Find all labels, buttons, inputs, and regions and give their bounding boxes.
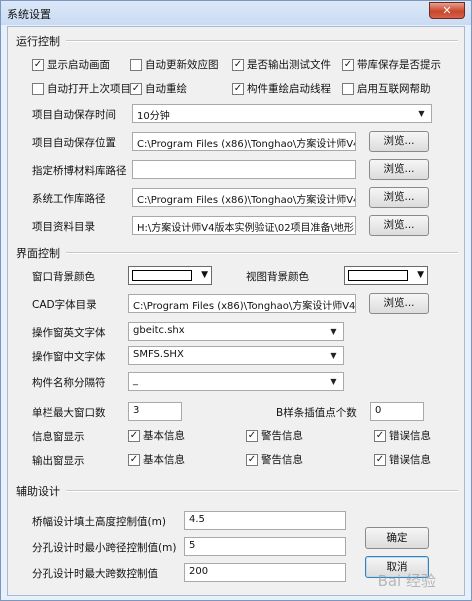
run-control-title: 运行控制 [16, 35, 60, 48]
checkbox-show-splash[interactable]: ✓ 显示启动画面 [32, 57, 110, 72]
checkbox-box[interactable]: ✓ [130, 82, 142, 95]
autosave-location-label: 项目自动保存位置 [32, 137, 116, 149]
system-lib-path-input[interactable]: C:\Program Files (x86)\Tonghao\方案设计师V4.0… [132, 188, 356, 207]
system-lib-path-label: 系统工作库路径 [32, 193, 106, 205]
autosave-time-select[interactable]: 10分钟 ▼ [132, 104, 432, 123]
checkbox-open-last-project[interactable]: 自动打开上次项目 [32, 81, 131, 96]
max-windows-label: 单栏最大窗口数 [32, 407, 106, 419]
checkbox-box[interactable]: ✓ [246, 453, 258, 466]
en-font-label: 操作窗英文字体 [32, 327, 106, 339]
view-bg-color-picker[interactable]: ▼ [344, 266, 428, 285]
min-span-input[interactable]: 5 [184, 537, 346, 556]
separator-select[interactable]: _ ▼ [128, 372, 344, 391]
ui-control-divider [66, 252, 458, 254]
checkbox-box[interactable]: ✓ [374, 429, 386, 442]
checkbox-box[interactable] [32, 82, 44, 95]
checkbox-internet-help[interactable]: 启用互联网帮助 [342, 81, 431, 96]
close-button[interactable]: ✕ [429, 2, 465, 19]
checkbox-box[interactable]: ✓ [32, 58, 44, 71]
browse-project-data-button[interactable]: 浏览... [369, 215, 429, 236]
checkbox-redraw-thread[interactable]: ✓ 构件重绘启动线程 [232, 81, 331, 96]
color-swatch [132, 270, 192, 281]
aux-design-divider [66, 490, 458, 492]
browse-system-lib-button[interactable]: 浏览... [369, 187, 429, 208]
autosave-time-label: 项目自动保存时间 [32, 109, 116, 121]
window-bg-color-label: 窗口背景颜色 [32, 271, 95, 283]
checkbox-box[interactable]: ✓ [232, 82, 244, 95]
dropdown-arrow-icon[interactable]: ▼ [417, 270, 424, 281]
checkbox-box[interactable] [130, 58, 142, 71]
checkbox-box[interactable]: ✓ [342, 58, 354, 71]
checkbox-box[interactable]: ✓ [128, 429, 140, 442]
checkbox-save-prompt[interactable]: ✓ 带库保存是否提示 [342, 57, 441, 72]
en-font-select[interactable]: gbeitc.shx ▼ [128, 322, 344, 341]
dropdown-arrow-icon[interactable]: ▼ [201, 270, 208, 281]
output-error-checkbox[interactable]: ✓ 错误信息 [374, 452, 431, 467]
dropdown-arrow-icon[interactable]: ▼ [414, 106, 429, 121]
dropdown-arrow-icon[interactable]: ▼ [326, 348, 341, 363]
checkbox-box[interactable] [342, 82, 354, 95]
max-windows-input[interactable]: 3 [128, 402, 182, 421]
ui-control-title: 界面控制 [16, 247, 60, 260]
autosave-location-input[interactable]: C:\Program Files (x86)\Tonghao\方案设计师V4.0… [132, 132, 356, 151]
baidu-watermark: Bai 经验 [377, 572, 436, 590]
window-title: 系统设置 [7, 8, 51, 21]
settings-window: 系统设置 ✕ 运行控制 ✓ 显示启动画面 自动更新效应图 ✓ 是否输出测试文件 … [0, 0, 472, 601]
cad-font-dir-label: CAD字体目录 [32, 299, 97, 311]
browse-cad-font-button[interactable]: 浏览... [369, 293, 429, 314]
bridge-lib-path-label: 指定桥博材料库路径 [32, 165, 127, 177]
min-span-label: 分孔设计时最小跨径控制值(m) [32, 542, 177, 554]
project-data-dir-label: 项目资料目录 [32, 221, 95, 233]
output-window-label: 输出窗显示 [32, 455, 85, 467]
cn-font-select[interactable]: SMFS.SHX ▼ [128, 346, 344, 365]
browse-bridge-lib-button[interactable]: 浏览... [369, 159, 429, 180]
info-error-checkbox[interactable]: ✓ 错误信息 [374, 428, 431, 443]
fill-height-label: 桥幅设计填土高度控制值(m) [32, 516, 166, 528]
bspline-points-label: B样条插值点个数 [276, 407, 357, 419]
fill-height-input[interactable]: 4.5 [184, 511, 346, 530]
ok-button[interactable]: 确定 [365, 527, 429, 549]
max-spans-input[interactable]: 200 [184, 563, 346, 582]
checkbox-output-test-file[interactable]: ✓ 是否输出测试文件 [232, 57, 331, 72]
info-basic-checkbox[interactable]: ✓ 基本信息 [128, 428, 185, 443]
checkbox-auto-redraw[interactable]: ✓ 自动重绘 [130, 81, 187, 96]
checkbox-box[interactable]: ✓ [232, 58, 244, 71]
title-bar[interactable]: 系统设置 ✕ [1, 1, 471, 25]
max-spans-label: 分孔设计时最大跨数控制值 [32, 568, 158, 580]
bridge-lib-path-input[interactable] [132, 160, 356, 179]
cad-font-dir-input[interactable]: C:\Program Files (x86)\Tonghao\方案设计师V4.0… [128, 294, 356, 313]
dropdown-arrow-icon[interactable]: ▼ [326, 374, 341, 389]
checkbox-box[interactable]: ✓ [246, 429, 258, 442]
view-bg-color-label: 视图背景颜色 [246, 271, 309, 283]
output-basic-checkbox[interactable]: ✓ 基本信息 [128, 452, 185, 467]
browse-autosave-button[interactable]: 浏览... [369, 131, 429, 152]
checkbox-box[interactable]: ✓ [128, 453, 140, 466]
output-warning-checkbox[interactable]: ✓ 警告信息 [246, 452, 303, 467]
dialog-body: 运行控制 ✓ 显示启动画面 自动更新效应图 ✓ 是否输出测试文件 ✓ 带库保存是… [7, 26, 465, 596]
color-swatch [348, 270, 408, 281]
checkbox-box[interactable]: ✓ [374, 453, 386, 466]
project-data-dir-input[interactable]: H:\方案设计师V4版本实例验证\02项目准备\地形 [132, 216, 356, 235]
cn-font-label: 操作窗中文字体 [32, 351, 106, 363]
checkbox-auto-update-effect[interactable]: 自动更新效应图 [130, 57, 219, 72]
separator-label: 构件名称分隔符 [32, 377, 106, 389]
info-warning-checkbox[interactable]: ✓ 警告信息 [246, 428, 303, 443]
run-control-divider [66, 40, 458, 42]
window-bg-color-picker[interactable]: ▼ [128, 266, 212, 285]
dropdown-arrow-icon[interactable]: ▼ [326, 324, 341, 339]
bspline-points-input[interactable]: 0 [370, 402, 424, 421]
info-window-label: 信息窗显示 [32, 431, 85, 443]
aux-design-title: 辅助设计 [16, 485, 60, 498]
